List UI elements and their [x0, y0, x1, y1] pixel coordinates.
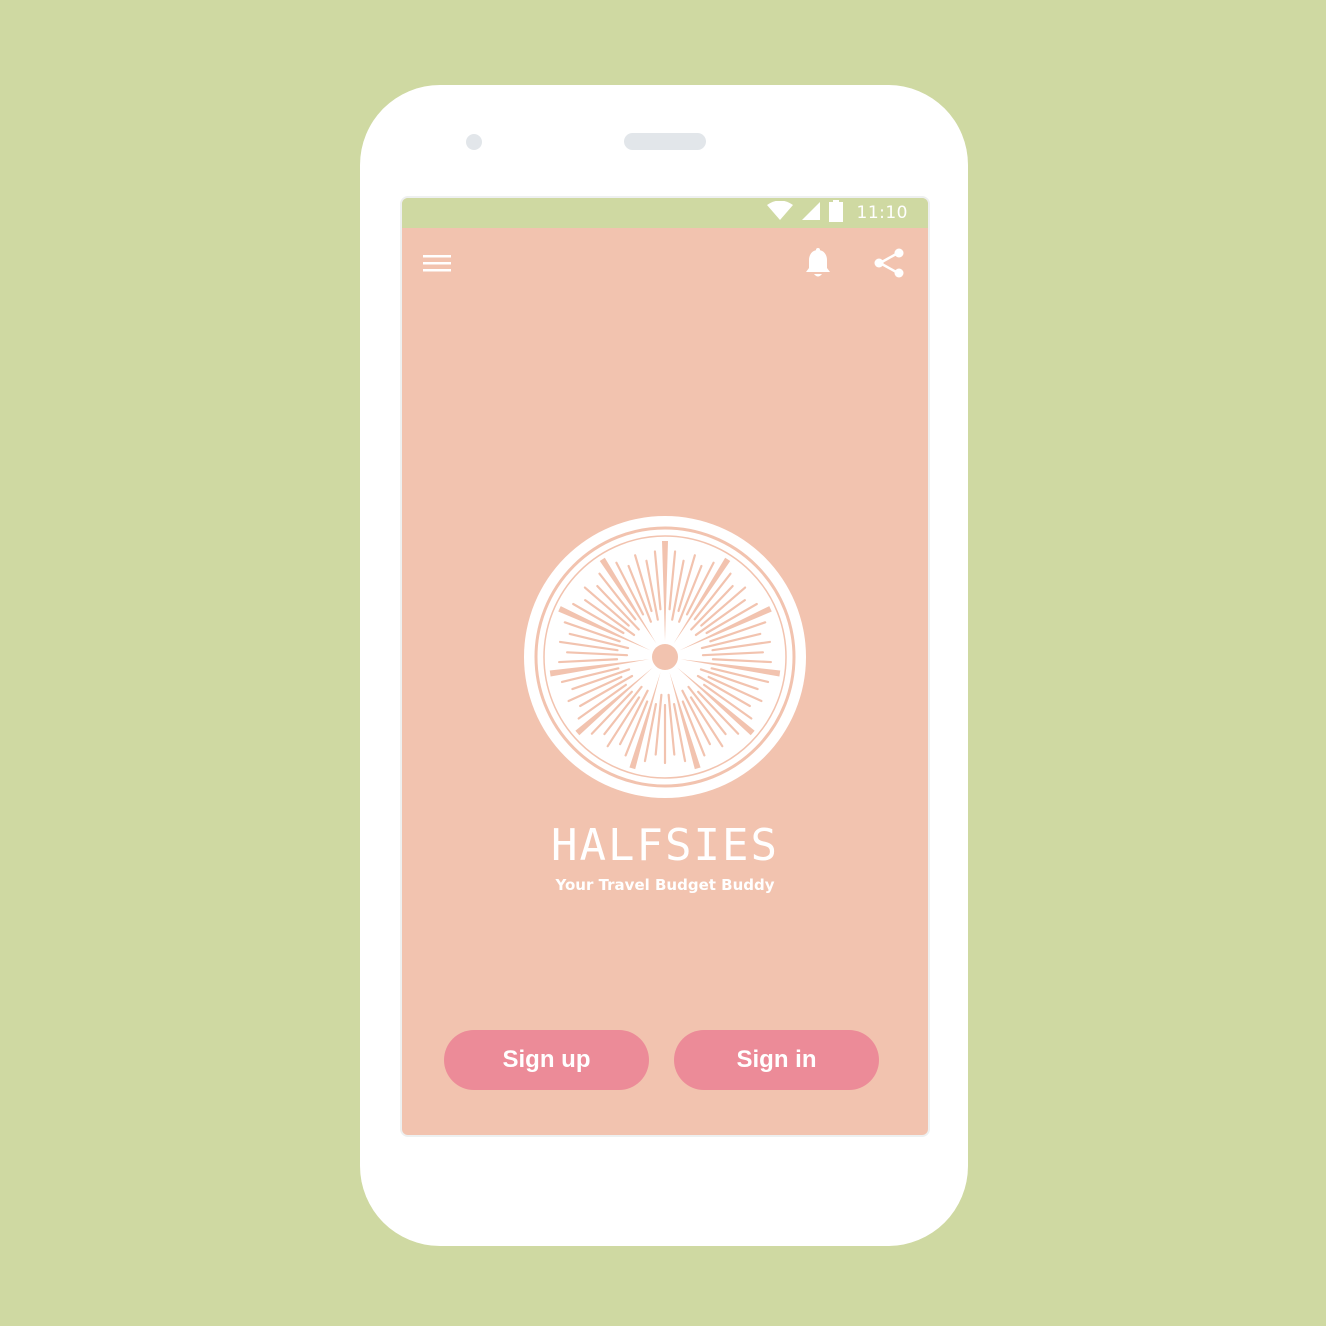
app-title: HALFSIES	[551, 820, 779, 871]
status-time: 11:10	[856, 203, 908, 223]
page-background: 11:10 HALFSIES Your Travel Budget Buddy …	[0, 0, 1326, 1326]
phone-screen: 11:10 HALFSIES Your Travel Budget Buddy …	[402, 198, 928, 1135]
hamburger-menu-icon[interactable]	[422, 248, 452, 278]
share-icon[interactable]	[872, 246, 906, 280]
earpiece-speaker	[624, 133, 706, 150]
cellular-signal-icon	[801, 201, 821, 226]
sign-up-button[interactable]: Sign up	[444, 1030, 649, 1090]
status-bar: 11:10	[402, 198, 928, 228]
status-icons: 11:10	[766, 198, 909, 228]
app-tagline: Your Travel Budget Buddy	[555, 876, 775, 894]
wifi-icon	[766, 200, 793, 226]
front-camera	[466, 134, 482, 150]
sign-in-button[interactable]: Sign in	[674, 1030, 879, 1090]
battery-icon	[828, 199, 843, 227]
app-bar	[402, 228, 928, 300]
grapefruit-slice-logo	[522, 514, 808, 800]
bell-icon[interactable]	[802, 246, 834, 280]
phone-frame: 11:10 HALFSIES Your Travel Budget Buddy …	[360, 85, 968, 1246]
